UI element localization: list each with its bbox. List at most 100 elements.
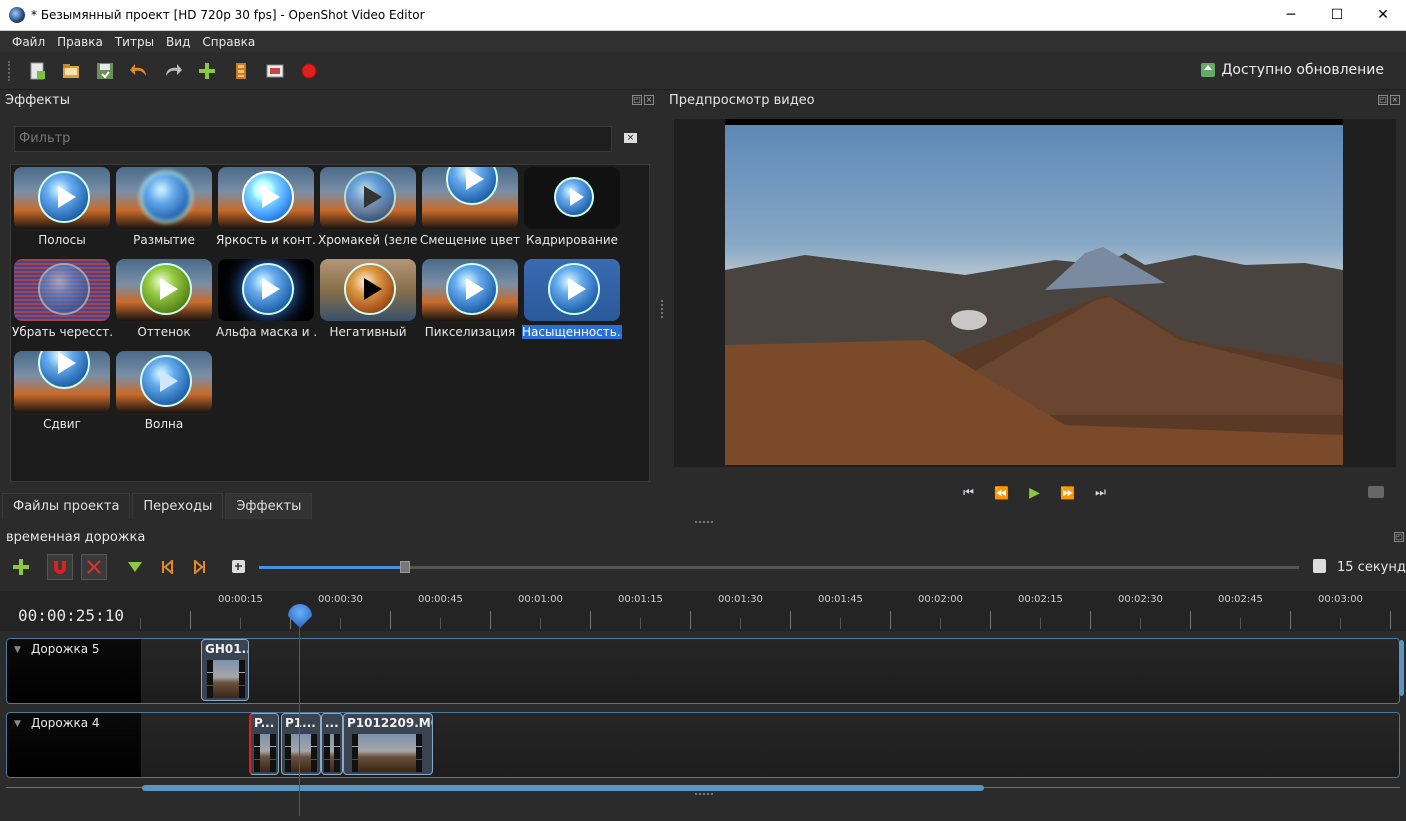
redo-icon[interactable] xyxy=(160,58,186,84)
toolbar-grip[interactable] xyxy=(8,60,12,81)
rewind-icon[interactable]: ⏪ xyxy=(991,484,1012,501)
effect-label: Размытие xyxy=(133,233,195,247)
menu-edit[interactable]: Правка xyxy=(51,35,109,49)
camera-snapshot-icon[interactable] xyxy=(1368,486,1384,498)
effect-label: Волна xyxy=(144,417,184,431)
menu-view[interactable]: Вид xyxy=(160,35,196,49)
minimize-button[interactable]: ─ xyxy=(1268,0,1314,30)
ruler-label: 00:03:00 xyxy=(1318,594,1363,605)
ruler-tick xyxy=(190,611,191,629)
menu-file[interactable]: Файл xyxy=(6,35,51,49)
timeline-clip[interactable]: P1... xyxy=(281,713,321,775)
import-files-icon[interactable] xyxy=(194,58,220,84)
track-4[interactable]: ▼ Дорожка 4 P... P1... ... P1012209.MOV xyxy=(6,712,1400,778)
jump-end-icon[interactable]: ⏭ xyxy=(1090,484,1111,501)
tab-effects[interactable]: Эффекты xyxy=(225,493,313,519)
effect-item[interactable]: Полосы xyxy=(12,165,112,253)
timeline-vertical-scrollbar[interactable] xyxy=(1399,640,1404,696)
timeline-clip[interactable]: P1012209.MOV xyxy=(343,713,433,775)
clear-filter-icon[interactable]: × xyxy=(624,133,637,143)
zoom-out-icon[interactable] xyxy=(1313,559,1326,573)
track-lane[interactable]: GH01... xyxy=(141,639,1399,703)
collapse-arrow-icon[interactable]: ▼ xyxy=(14,719,21,729)
export-video-icon[interactable] xyxy=(296,58,322,84)
update-available-button[interactable]: Доступно обновление xyxy=(1201,62,1384,78)
update-label: Доступно обновление xyxy=(1221,62,1384,78)
close-panel-icon[interactable]: × xyxy=(644,95,654,105)
timeline-horizontal-scrollbar[interactable] xyxy=(142,785,984,791)
zoom-slider-handle[interactable] xyxy=(400,561,410,573)
effect-item[interactable]: Сдвиг xyxy=(12,349,112,437)
track-5[interactable]: ▼ Дорожка 5 GH01... xyxy=(6,638,1400,704)
title-bar: * Безымянный проект [HD 720p 30 fps] - O… xyxy=(0,0,1406,31)
ruler-tick xyxy=(590,611,591,629)
effects-panel-title: Эффекты xyxy=(5,93,70,108)
new-project-icon[interactable] xyxy=(24,58,50,84)
undo-icon[interactable] xyxy=(126,58,152,84)
effect-item[interactable]: Яркость и конт... xyxy=(216,165,316,253)
tab-transitions[interactable]: Переходы xyxy=(132,493,224,519)
clip-name: P... xyxy=(254,716,275,730)
effect-thumbnail xyxy=(422,167,518,229)
menu-titles[interactable]: Титры xyxy=(109,35,160,49)
horizontal-splitter[interactable] xyxy=(695,521,713,524)
close-panel-icon[interactable]: × xyxy=(1390,95,1400,105)
effect-item[interactable]: Альфа маска и ... xyxy=(216,257,316,345)
zoom-level-label: 15 секунд xyxy=(1337,560,1406,575)
close-button[interactable]: ✕ xyxy=(1360,0,1406,30)
track-header[interactable]: ▼ Дорожка 5 xyxy=(7,639,141,703)
add-track-icon[interactable] xyxy=(8,554,34,580)
timeline-dock-controls: ◰ xyxy=(1394,532,1404,542)
clip-thumbnail xyxy=(254,734,276,772)
zoom-slider[interactable] xyxy=(259,561,1299,573)
effect-item[interactable]: Негативный xyxy=(318,257,418,345)
effect-item[interactable]: Оттенок xyxy=(114,257,214,345)
ruler-label: 00:00:30 xyxy=(318,594,363,605)
add-marker-icon[interactable] xyxy=(122,554,148,580)
effect-label: Хромакей (зеле... xyxy=(318,233,418,247)
timeline-ruler[interactable]: 00:00:25:10 00:00:15 00:00:30 00:00:45 00:0… xyxy=(0,591,1406,631)
open-project-icon[interactable] xyxy=(58,58,84,84)
snapping-magnet-icon[interactable] xyxy=(47,554,73,580)
bottom-splitter[interactable] xyxy=(695,793,713,796)
choose-profile-icon[interactable] xyxy=(228,58,254,84)
effects-filter-input[interactable]: Фильтр xyxy=(14,126,612,152)
ruler-tick xyxy=(790,611,791,629)
playhead-line xyxy=(299,626,300,816)
timeline-clip[interactable]: GH01... xyxy=(201,639,249,701)
tab-project-files[interactable]: Файлы проекта xyxy=(2,493,131,519)
track-name: Дорожка 4 xyxy=(31,716,100,730)
maximize-button[interactable]: ☐ xyxy=(1314,0,1360,30)
save-project-icon[interactable] xyxy=(92,58,118,84)
effect-item[interactable]: Волна xyxy=(114,349,214,437)
effect-label: Оттенок xyxy=(137,325,191,339)
track-lane[interactable]: P... P1... ... P1012209.MOV xyxy=(141,713,1399,777)
effect-item[interactable]: Убрать чересст... xyxy=(12,257,112,345)
previous-marker-icon[interactable] xyxy=(154,554,180,580)
timeline-clip[interactable]: P... xyxy=(249,713,279,775)
ruler-label: 00:02:30 xyxy=(1118,594,1163,605)
jump-start-icon[interactable]: ⏮ xyxy=(958,484,979,501)
next-marker-icon[interactable] xyxy=(187,554,213,580)
effect-item[interactable]: Смещение цвета xyxy=(420,165,520,253)
effect-item[interactable]: Пикселизация xyxy=(420,257,520,345)
razor-scissors-icon[interactable] xyxy=(81,554,107,580)
float-panel-icon[interactable]: ◰ xyxy=(1378,95,1388,105)
vertical-splitter[interactable] xyxy=(661,300,664,318)
ruler-tick xyxy=(240,618,241,629)
effect-item[interactable]: Кадрирование xyxy=(522,165,622,253)
float-panel-icon[interactable]: ◰ xyxy=(1394,532,1404,542)
zoom-in-icon[interactable] xyxy=(226,554,252,580)
play-icon[interactable]: ▶ xyxy=(1024,484,1045,501)
float-panel-icon[interactable]: ◰ xyxy=(632,95,642,105)
effect-item[interactable]: Хромакей (зеле... xyxy=(318,165,418,253)
fullscreen-icon[interactable] xyxy=(262,58,288,84)
fast-forward-icon[interactable]: ⏩ xyxy=(1057,484,1078,501)
collapse-arrow-icon[interactable]: ▼ xyxy=(14,645,21,655)
effect-item[interactable]: Насыщенность... xyxy=(522,257,622,345)
track-header[interactable]: ▼ Дорожка 4 xyxy=(7,713,141,777)
main-toolbar: Доступно обновление xyxy=(0,52,1406,90)
timeline-clip[interactable]: ... xyxy=(321,713,343,775)
effect-item[interactable]: Размытие xyxy=(114,165,214,253)
menu-help[interactable]: Справка xyxy=(196,35,261,49)
